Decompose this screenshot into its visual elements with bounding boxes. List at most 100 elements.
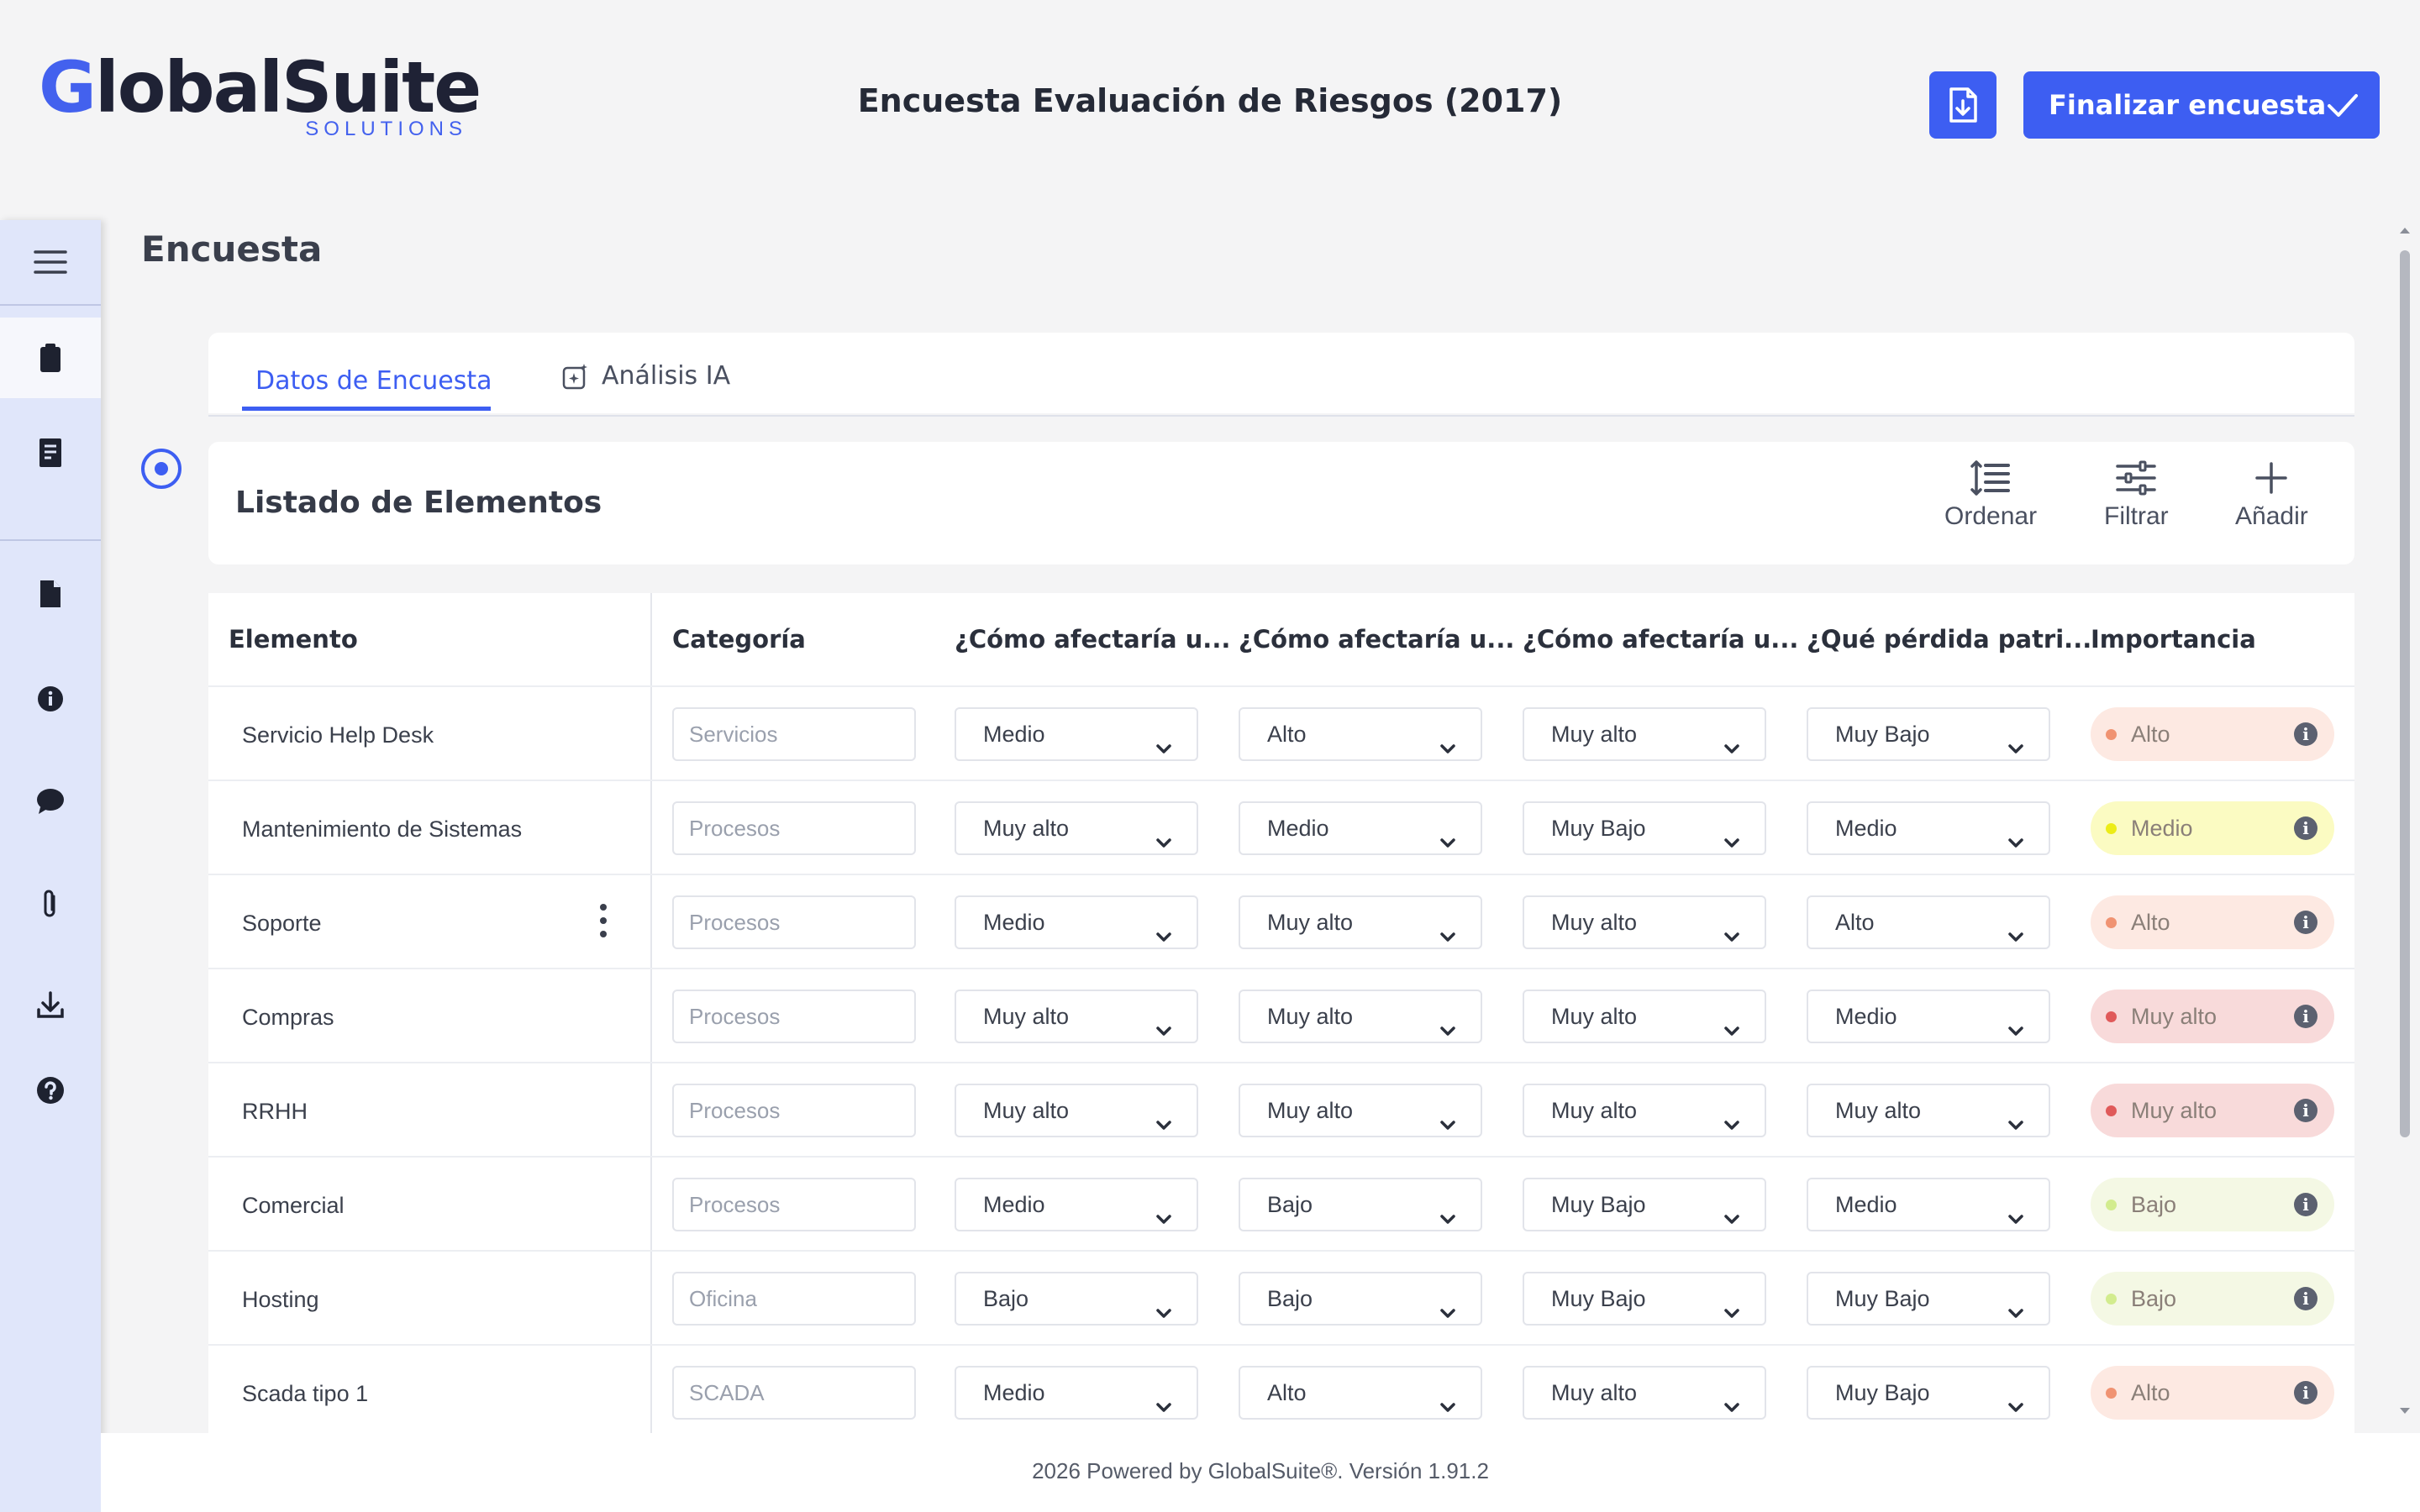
answer-select-3[interactable]: Muy alto: [1523, 990, 1766, 1043]
answer-select-3[interactable]: Muy alto: [1523, 1084, 1766, 1137]
export-document-button[interactable]: [1929, 71, 1996, 139]
chevron-down-icon: [1723, 1196, 1741, 1247]
scrollbar-thumb[interactable]: [2400, 250, 2410, 1137]
answer-select-2[interactable]: Muy alto: [1239, 990, 1482, 1043]
answer-select-2[interactable]: Bajo: [1239, 1272, 1482, 1326]
scroll-down-arrow-icon[interactable]: [2398, 1406, 2412, 1416]
category-field[interactable]: Procesos: [672, 895, 916, 949]
answer-select-3[interactable]: Muy alto: [1523, 1366, 1766, 1420]
table-row[interactable]: Compras Procesos Muy alto Muy alto Muy alto M…: [208, 968, 2354, 1062]
sidebar-item-help[interactable]: [0, 1057, 101, 1124]
importance-label: Bajo: [2131, 1192, 2177, 1217]
menu-toggle-button[interactable]: [0, 220, 101, 304]
element-name: Hosting: [242, 1287, 319, 1312]
column-header-element[interactable]: Elemento: [229, 625, 358, 654]
category-field[interactable]: Procesos: [672, 1178, 916, 1231]
answer-select-4[interactable]: Medio: [1807, 801, 2050, 855]
importance-info-icon[interactable]: i: [2294, 1381, 2317, 1404]
answer-select-3[interactable]: Muy alto: [1523, 707, 1766, 761]
sidebar-item-documents[interactable]: [0, 556, 101, 632]
sidebar-item-download[interactable]: [0, 971, 101, 1038]
answer-select-2[interactable]: Alto: [1239, 1366, 1482, 1420]
importance-info-icon[interactable]: i: [2294, 1287, 2317, 1310]
category-field[interactable]: Procesos: [672, 1084, 916, 1137]
answer-select-4[interactable]: Medio: [1807, 1178, 2050, 1231]
importance-badge: Bajo i: [2091, 1272, 2334, 1326]
importance-info-icon[interactable]: i: [2294, 911, 2317, 934]
add-label: Añadir: [2235, 502, 2308, 530]
answer-select-4[interactable]: Medio: [1807, 990, 2050, 1043]
section-radio-indicator[interactable]: [141, 449, 182, 489]
answer-select-4[interactable]: Muy Bajo: [1807, 707, 2050, 761]
answer-select-1[interactable]: Medio: [955, 1366, 1198, 1420]
tab-ai-analysis[interactable]: Análisis IA: [561, 361, 730, 391]
answer-select-2[interactable]: Muy alto: [1239, 1084, 1482, 1137]
category-field[interactable]: Procesos: [672, 801, 916, 855]
importance-status-dot: [2106, 1105, 2117, 1116]
sidebar-item-survey[interactable]: [0, 318, 101, 398]
answer-select-4[interactable]: Muy Bajo: [1807, 1272, 2050, 1326]
chevron-down-icon: [1155, 1008, 1173, 1058]
table-row[interactable]: Soporte Procesos Medio Muy alto Muy alto Alto…: [208, 874, 2354, 968]
answer-select-1[interactable]: Muy alto: [955, 990, 1198, 1043]
column-header-question-4[interactable]: ¿Qué pérdida patri...: [1807, 625, 2091, 654]
table-row[interactable]: Comercial Procesos Medio Bajo Muy Bajo Medio B…: [208, 1156, 2354, 1250]
answer-select-1[interactable]: Medio: [955, 1178, 1198, 1231]
finish-survey-button[interactable]: Finalizar encuesta: [2023, 71, 2380, 139]
scroll-up-arrow-icon[interactable]: [2398, 225, 2412, 235]
sidebar-item-info[interactable]: [0, 665, 101, 732]
answer-select-3[interactable]: Muy Bajo: [1523, 1272, 1766, 1326]
table-row[interactable]: Mantenimiento de Sistemas Procesos Muy alt…: [208, 780, 2354, 874]
table-row[interactable]: RRHH Procesos Muy alto Muy alto Muy alto Muy …: [208, 1062, 2354, 1156]
importance-info-icon[interactable]: i: [2294, 1099, 2317, 1122]
importance-info-icon[interactable]: i: [2294, 1005, 2317, 1028]
answer-select-value: Muy alto: [1551, 1098, 1638, 1123]
chevron-down-icon: [2007, 1102, 2025, 1152]
answer-select-3[interactable]: Muy Bajo: [1523, 1178, 1766, 1231]
category-field[interactable]: Servicios: [672, 707, 916, 761]
answer-select-2[interactable]: Muy alto: [1239, 895, 1482, 949]
answer-select-3[interactable]: Muy alto: [1523, 895, 1766, 949]
sidebar-item-attachments[interactable]: [0, 870, 101, 937]
filter-button[interactable]: Filtrar: [2104, 459, 2169, 531]
table-row[interactable]: Scada tipo 1 SCADA Medio Alto Muy alto Muy Ba…: [208, 1344, 2354, 1433]
sort-button[interactable]: Ordenar: [1944, 459, 2037, 531]
importance-badge: Alto i: [2091, 895, 2334, 949]
importance-info-icon[interactable]: i: [2294, 816, 2317, 840]
sidebar-item-report[interactable]: [0, 415, 101, 491]
answer-select-4[interactable]: Alto: [1807, 895, 2050, 949]
column-header-question-3[interactable]: ¿Cómo afectaría u...: [1523, 625, 1798, 654]
add-button[interactable]: Añadir: [2235, 459, 2308, 531]
answer-select-2[interactable]: Alto: [1239, 707, 1482, 761]
page-scrollbar[interactable]: [2396, 220, 2413, 1438]
answer-select-2[interactable]: Medio: [1239, 801, 1482, 855]
answer-select-1[interactable]: Medio: [955, 895, 1198, 949]
tab-survey-data[interactable]: Datos de Encuesta: [255, 366, 492, 396]
answer-select-4[interactable]: Muy alto: [1807, 1084, 2050, 1137]
category-field[interactable]: SCADA: [672, 1366, 916, 1420]
column-header-question-2[interactable]: ¿Cómo afectaría u...: [1239, 625, 1514, 654]
row-actions-kebab-icon[interactable]: [597, 900, 610, 945]
answer-select-1[interactable]: Medio: [955, 707, 1198, 761]
importance-info-icon[interactable]: i: [2294, 1193, 2317, 1216]
chevron-down-icon: [2007, 1384, 2025, 1433]
importance-info-icon[interactable]: i: [2294, 722, 2317, 746]
answer-select-1[interactable]: Muy alto: [955, 801, 1198, 855]
importance-label: Alto: [2131, 910, 2170, 935]
answer-select-4[interactable]: Muy Bajo: [1807, 1366, 2050, 1420]
table-row[interactable]: Hosting Oficina Bajo Bajo Muy Bajo Muy Bajo Ba…: [208, 1250, 2354, 1344]
column-header-importance[interactable]: Importancia: [2091, 625, 2256, 654]
column-header-question-1[interactable]: ¿Cómo afectaría u...: [955, 625, 1230, 654]
answer-select-2[interactable]: Bajo: [1239, 1178, 1482, 1231]
category-field[interactable]: Procesos: [672, 990, 916, 1043]
sidebar-item-comments[interactable]: [0, 768, 101, 835]
table-row[interactable]: Servicio Help Desk Servicios Medio Alto Muy …: [208, 685, 2354, 780]
category-field[interactable]: Oficina: [672, 1272, 916, 1326]
answer-select-1[interactable]: Muy alto: [955, 1084, 1198, 1137]
chevron-down-icon: [1155, 1290, 1173, 1341]
answer-select-1[interactable]: Bajo: [955, 1272, 1198, 1326]
chevron-down-icon: [1439, 1196, 1457, 1247]
column-header-category[interactable]: Categoría: [672, 625, 806, 654]
element-name: Compras: [242, 1005, 334, 1030]
answer-select-3[interactable]: Muy Bajo: [1523, 801, 1766, 855]
